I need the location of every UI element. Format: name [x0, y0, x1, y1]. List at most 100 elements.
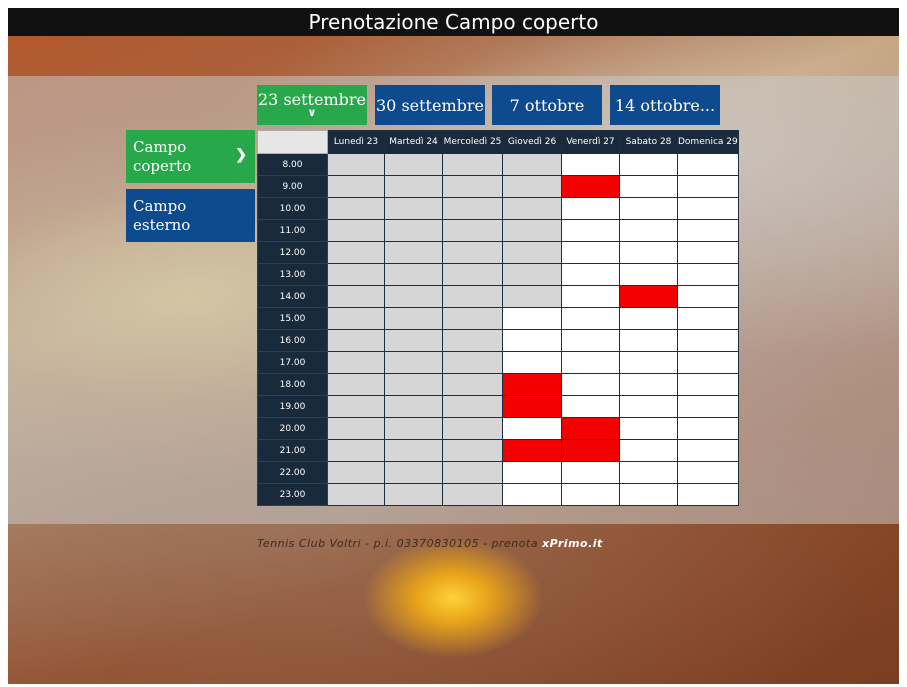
- slot-past: [442, 241, 503, 264]
- slot-past: [384, 175, 443, 198]
- time-row: 21.00: [257, 439, 739, 462]
- court-campo-esterno[interactable]: Campo esterno: [126, 189, 255, 242]
- slot-free[interactable]: [619, 461, 678, 484]
- time-row: 22.00: [257, 461, 739, 484]
- slot-past: [327, 153, 385, 176]
- slot-free[interactable]: [677, 307, 739, 330]
- slot-past: [384, 395, 443, 418]
- slot-free[interactable]: [561, 395, 620, 418]
- slot-free[interactable]: [502, 417, 562, 440]
- slot-past: [502, 197, 562, 220]
- day-header: Mercoledì 25: [442, 130, 503, 154]
- slot-past: [327, 175, 385, 198]
- slot-free[interactable]: [502, 351, 562, 374]
- slot-free[interactable]: [677, 285, 739, 308]
- slot-free[interactable]: [561, 307, 620, 330]
- slot-free[interactable]: [677, 395, 739, 418]
- slot-free[interactable]: [561, 483, 620, 506]
- slot-free[interactable]: [619, 263, 678, 286]
- hour-label: 16.00: [257, 329, 328, 352]
- grid-header-row: Lunedì 23 Martedì 24 Mercoledì 25 Giovedì 2…: [257, 130, 739, 154]
- week-tab-1[interactable]: 23 settembre ∨: [257, 85, 367, 125]
- slot-free[interactable]: [561, 197, 620, 220]
- day-header: Sabato 28: [619, 130, 678, 154]
- slot-booked: [561, 175, 620, 198]
- slot-free[interactable]: [502, 483, 562, 506]
- slot-past: [384, 461, 443, 484]
- slot-free[interactable]: [561, 461, 620, 484]
- hour-label: 19.00: [257, 395, 328, 418]
- slot-free[interactable]: [502, 329, 562, 352]
- slot-free[interactable]: [677, 373, 739, 396]
- slot-free[interactable]: [619, 153, 678, 176]
- slot-past: [327, 461, 385, 484]
- week-tab-3[interactable]: 7 ottobre: [492, 85, 602, 125]
- hour-label: 10.00: [257, 197, 328, 220]
- slot-free[interactable]: [677, 483, 739, 506]
- time-row: 11.00: [257, 219, 739, 242]
- slot-free[interactable]: [502, 307, 562, 330]
- slot-free[interactable]: [619, 417, 678, 440]
- slot-booked: [619, 285, 678, 308]
- week-tab-2[interactable]: 30 settembre: [375, 85, 485, 125]
- slot-free[interactable]: [561, 263, 620, 286]
- hour-label: 11.00: [257, 219, 328, 242]
- slot-free[interactable]: [677, 439, 739, 462]
- slot-past: [327, 307, 385, 330]
- slot-free[interactable]: [619, 329, 678, 352]
- slot-free[interactable]: [619, 241, 678, 264]
- slot-past: [442, 285, 503, 308]
- slot-free[interactable]: [561, 219, 620, 242]
- slot-free[interactable]: [677, 241, 739, 264]
- slot-past: [384, 197, 443, 220]
- slot-free[interactable]: [619, 307, 678, 330]
- slot-free[interactable]: [502, 461, 562, 484]
- slot-free[interactable]: [619, 395, 678, 418]
- slot-free[interactable]: [677, 329, 739, 352]
- slot-free[interactable]: [619, 439, 678, 462]
- slot-free[interactable]: [561, 329, 620, 352]
- slot-past: [502, 241, 562, 264]
- week-tab-4[interactable]: 14 ottobre...: [610, 85, 720, 125]
- court-label: Campo esterno: [133, 197, 191, 234]
- slot-free[interactable]: [561, 285, 620, 308]
- slot-free[interactable]: [561, 351, 620, 374]
- slot-past: [327, 263, 385, 286]
- slot-past: [327, 329, 385, 352]
- hour-label: 13.00: [257, 263, 328, 286]
- slot-free[interactable]: [677, 175, 739, 198]
- slot-past: [442, 373, 503, 396]
- slot-free[interactable]: [619, 197, 678, 220]
- slot-free[interactable]: [677, 197, 739, 220]
- slot-free[interactable]: [677, 263, 739, 286]
- slot-free[interactable]: [677, 219, 739, 242]
- slot-free[interactable]: [677, 351, 739, 374]
- slot-free[interactable]: [619, 483, 678, 506]
- slot-free[interactable]: [677, 153, 739, 176]
- slot-past: [384, 285, 443, 308]
- slot-free[interactable]: [561, 373, 620, 396]
- footer-brand-link[interactable]: xPrimo.it: [542, 537, 603, 550]
- slot-past: [442, 351, 503, 374]
- slot-free[interactable]: [677, 461, 739, 484]
- hour-label: 8.00: [257, 153, 328, 176]
- day-header: Giovedì 26: [502, 130, 562, 154]
- slot-past: [502, 175, 562, 198]
- court-campo-coperto[interactable]: Campo coperto ❯: [126, 130, 255, 183]
- grid-corner: [257, 130, 328, 154]
- slot-booked: [561, 439, 620, 462]
- slot-past: [384, 219, 443, 242]
- slot-free[interactable]: [619, 351, 678, 374]
- slot-free[interactable]: [677, 417, 739, 440]
- slot-free[interactable]: [619, 219, 678, 242]
- slot-past: [327, 285, 385, 308]
- slot-past: [442, 175, 503, 198]
- slot-free[interactable]: [619, 175, 678, 198]
- slot-free[interactable]: [619, 373, 678, 396]
- hour-label: 18.00: [257, 373, 328, 396]
- chevron-down-icon: ∨: [307, 105, 317, 119]
- slot-free[interactable]: [561, 153, 620, 176]
- slot-past: [442, 219, 503, 242]
- slot-past: [442, 263, 503, 286]
- slot-free[interactable]: [561, 241, 620, 264]
